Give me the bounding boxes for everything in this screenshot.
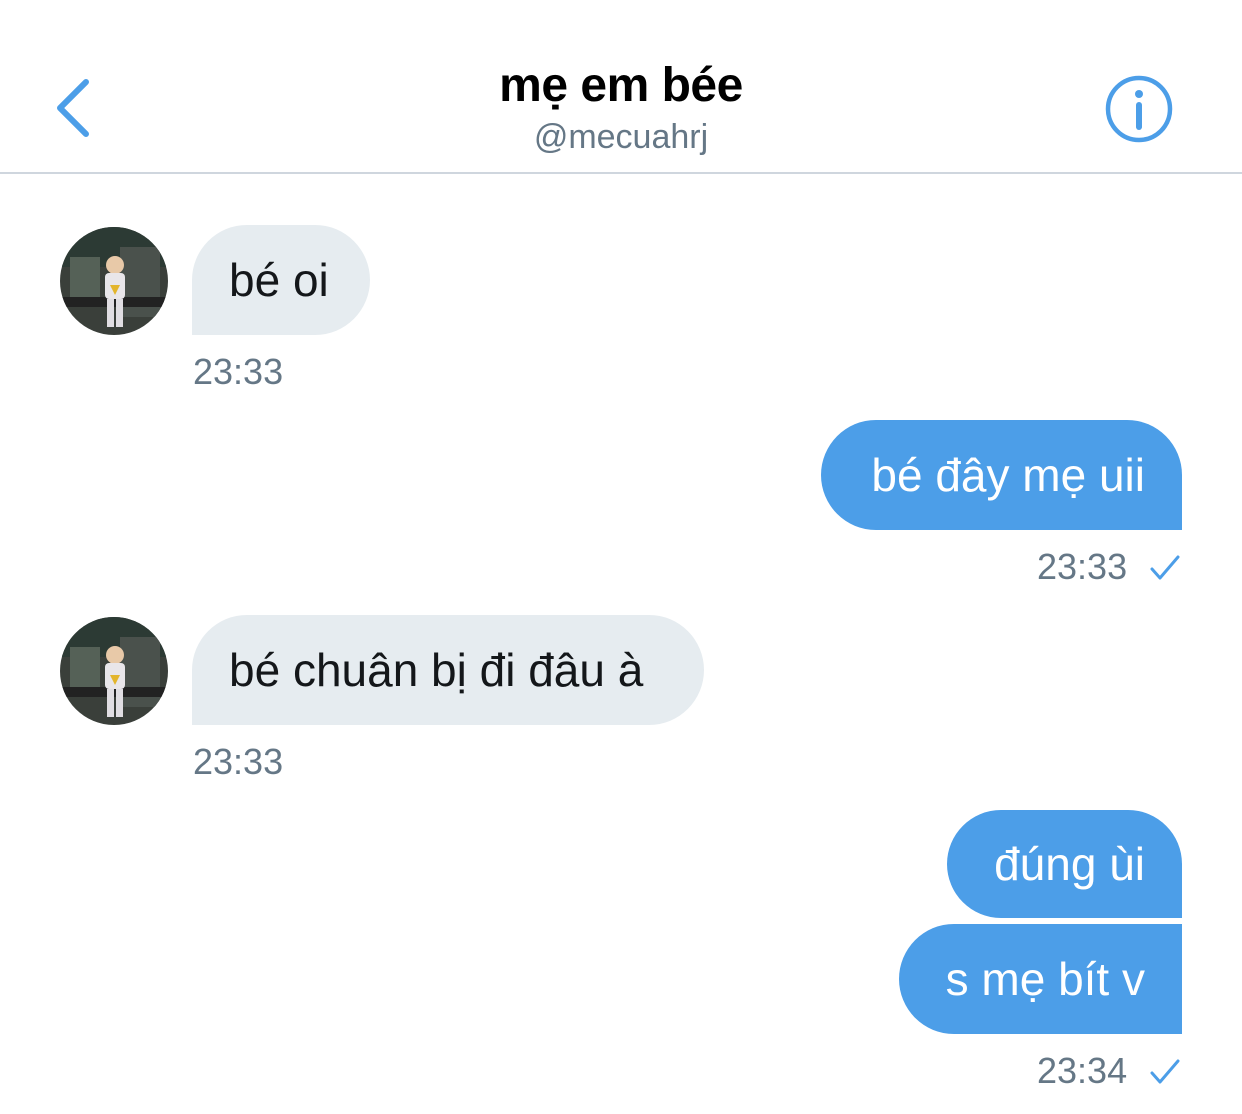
message-timestamp: 23:34 (1037, 1050, 1128, 1091)
sender-avatar[interactable] (60, 227, 168, 335)
checkmark-icon (1150, 555, 1180, 580)
avatar-photo (60, 227, 168, 335)
message-bubble-outgoing[interactable]: s mẹ bít v (899, 924, 1182, 1034)
message-timestamp: 23:33 (193, 351, 284, 392)
info-button[interactable] (1104, 74, 1174, 144)
conversation-title[interactable]: mẹ em bée (0, 58, 1242, 113)
message-bubble-outgoing[interactable]: bé đây mẹ uii (821, 420, 1182, 530)
message-bubble-incoming[interactable]: bé oi (192, 225, 370, 335)
conversation-header: mẹ em bée @mecuahrj (0, 0, 1242, 174)
message-timestamp: 23:33 (193, 741, 284, 782)
info-circle-icon (1105, 75, 1173, 143)
message-timestamp: 23:33 (1037, 546, 1128, 587)
message-bubble-incoming[interactable]: bé chuân bị đi đâu à (192, 615, 704, 725)
avatar-photo (60, 617, 168, 725)
sender-avatar[interactable] (60, 617, 168, 725)
checkmark-icon (1150, 1059, 1180, 1084)
conversation-handle[interactable]: @mecuahrj (0, 118, 1242, 157)
message-bubble-outgoing[interactable]: đúng ùi (947, 810, 1182, 918)
